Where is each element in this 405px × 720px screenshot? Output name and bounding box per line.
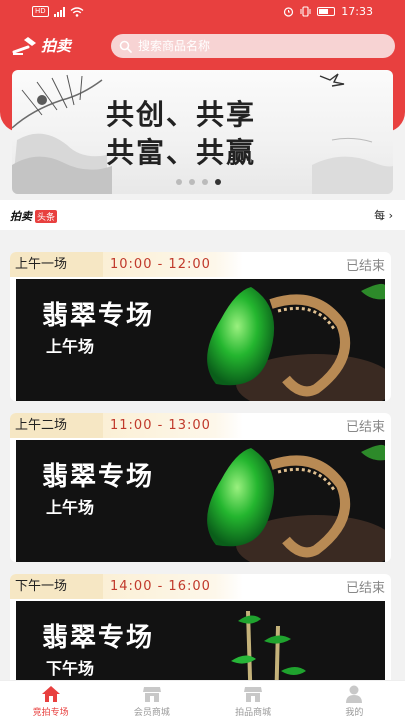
tab-label: 拍品商城 (235, 708, 272, 718)
news-more-link[interactable]: 每 › (374, 207, 393, 223)
session-name: 下午一场 (10, 574, 103, 599)
search-input[interactable] (138, 39, 378, 53)
wifi-icon (70, 6, 84, 17)
session-name: 上午二场 (10, 413, 103, 438)
store-icon (142, 687, 161, 702)
news-ticker[interactable]: 拍卖 头条 每 › (0, 200, 405, 230)
session-name: 上午一场 (10, 252, 103, 277)
tab-lot-mall[interactable]: 拍品商城 (203, 681, 304, 720)
session-cover-image[interactable]: 翡翠专场 上午场 (16, 279, 385, 401)
session-subtitle: 上午场 (46, 337, 95, 356)
carousel-dot[interactable] (176, 179, 182, 185)
status-bar: HD 17:33 (0, 0, 405, 26)
user-icon (346, 685, 363, 703)
banner-line-2: 共富、共赢 (106, 136, 257, 169)
carousel-dot[interactable] (202, 179, 208, 185)
chevron-right-icon: › (388, 209, 393, 222)
promo-banner[interactable]: 共创、共享 共富、共赢 (12, 70, 393, 194)
tab-member-mall[interactable]: 会员商城 (101, 681, 202, 720)
status-time: 17:33 (341, 5, 373, 18)
tab-profile[interactable]: 我的 (304, 681, 405, 720)
banner-title: 共创、共享 共富、共赢 (106, 96, 256, 172)
banner-line-1: 共创、共享 (106, 98, 257, 131)
tab-label: 我的 (345, 708, 364, 718)
vibrate-icon (300, 6, 311, 17)
session-subtitle: 下午场 (46, 659, 95, 678)
tab-label: 会员商城 (133, 708, 170, 718)
app-logo-text: 拍卖 (41, 37, 72, 55)
signal-icon (53, 6, 65, 17)
carousel-dot-active[interactable] (215, 179, 221, 185)
session-cover-image[interactable]: 翡翠专场 上午场 (16, 440, 385, 562)
auction-session-card[interactable]: 上午一场 10:00 - 12:00 已结束 翡翠专场 上午场 (10, 252, 391, 401)
session-time: 11:00 - 13:00 (103, 413, 243, 438)
tab-label: 竞拍专场 (32, 708, 69, 718)
bottom-tab-bar: 竞拍专场 会员商城 拍品商城 我的 (0, 680, 405, 720)
session-status: 已结束 (345, 581, 385, 596)
home-icon (41, 686, 60, 702)
news-logo: 拍卖 头条 (10, 208, 58, 224)
session-title: 翡翠专场 (42, 301, 155, 331)
top-bar: 拍卖 (0, 30, 405, 62)
session-time: 14:00 - 16:00 (103, 574, 243, 599)
store-icon (244, 687, 263, 702)
network-badge: HD (32, 6, 49, 17)
tab-auction-sessions[interactable]: 竞拍专场 (0, 681, 101, 720)
alarm-icon (284, 7, 294, 17)
carousel-dots (176, 179, 221, 185)
session-title: 翡翠专场 (42, 623, 155, 653)
news-logo-badge: 头条 (35, 209, 58, 223)
search-bar[interactable] (111, 34, 395, 58)
gavel-icon (12, 36, 36, 55)
session-title: 翡翠专场 (42, 462, 155, 492)
session-subtitle: 上午场 (46, 498, 95, 517)
news-ticker-text: 每 (374, 209, 386, 222)
news-logo-text: 拍卖 (10, 210, 32, 223)
battery-icon (317, 7, 336, 16)
session-status: 已结束 (345, 420, 385, 435)
auction-session-card[interactable]: 上午二场 11:00 - 13:00 已结束 翡翠专场 上午场 (10, 413, 391, 562)
search-icon (119, 40, 132, 53)
session-status: 已结束 (345, 259, 385, 274)
carousel-dot[interactable] (189, 179, 195, 185)
app-logo[interactable]: 拍卖 (12, 35, 71, 56)
session-time: 10:00 - 12:00 (103, 252, 243, 277)
